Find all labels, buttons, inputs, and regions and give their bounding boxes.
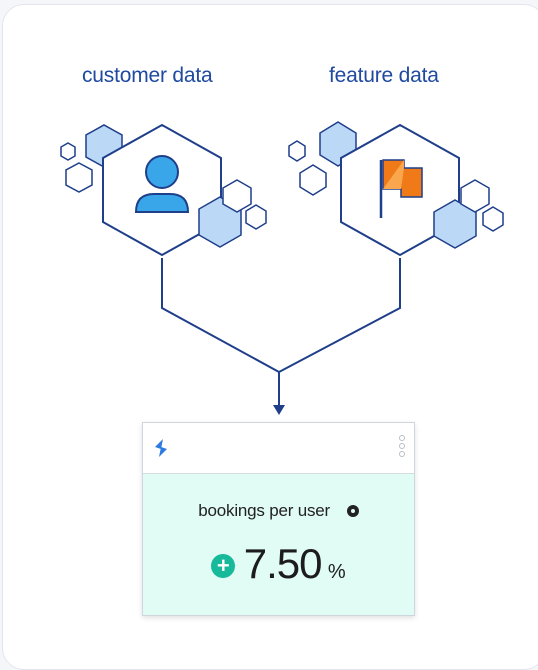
metric-widget[interactable]: bookings per user + 7.50 % (142, 422, 415, 616)
small-hexagon (245, 204, 267, 230)
small-hexagon (288, 140, 306, 162)
small-hexagon (222, 179, 252, 213)
customer-data-node (60, 123, 267, 257)
small-hexagon (299, 164, 327, 196)
small-hexagon (65, 162, 93, 193)
metric-unit: % (327, 560, 346, 583)
metric-value: 7.50 (243, 540, 323, 587)
small-hexagon (482, 206, 504, 232)
widget-header (143, 423, 414, 474)
small-hexagon (460, 179, 490, 213)
metric-label: bookings per user (198, 500, 330, 520)
arrow-head-icon (273, 405, 285, 415)
metric-value-row: + 7.50 % (143, 540, 414, 588)
info-icon[interactable] (346, 504, 359, 517)
widget-body: bookings per user + 7.50 % (143, 474, 414, 615)
merge-connector (161, 258, 401, 374)
plus-circle-icon: + (211, 554, 236, 578)
small-hexagon (60, 142, 76, 161)
statsig-logo-icon (155, 439, 167, 457)
feature-data-node (288, 121, 504, 257)
connector-lines (161, 258, 401, 406)
metric-header: bookings per user (143, 500, 414, 521)
kebab-menu-icon[interactable] (397, 434, 407, 462)
